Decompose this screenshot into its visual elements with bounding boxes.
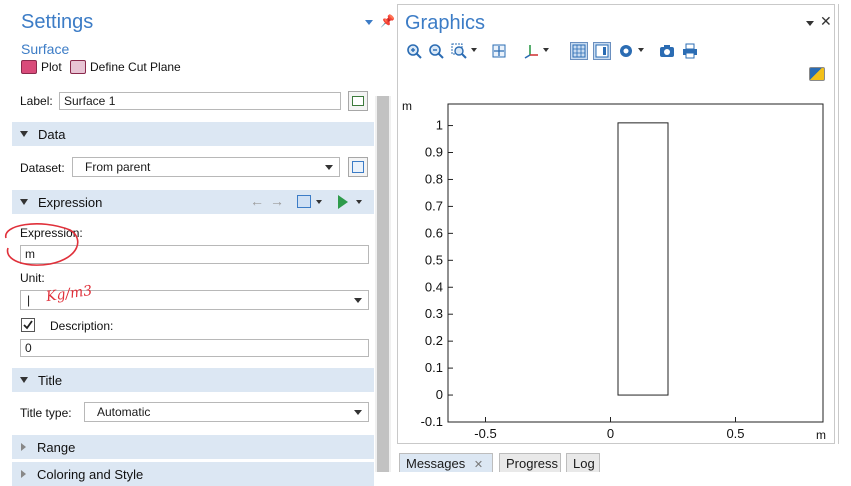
title-type-value: Automatic [97,405,151,419]
data-section-title: Data [38,126,66,142]
title-type-label: Title type: [20,406,72,420]
chevron-down-icon[interactable] [356,200,362,204]
forward-arrow-icon[interactable]: → [270,193,284,209]
tab-messages[interactable]: Messages ✕ [399,453,493,472]
hand-drawn-circle [5,223,79,266]
description-input[interactable]: 0 [20,339,369,357]
graphics-panel: Graphics ✕ 1 0.9 0.8 0.7 0.6 0.5 0.4 0.3 0.2 0.1 0… [397,4,835,444]
settings-panel: Settings 📌 Surface Plot Define Cut Plane… [0,0,395,486]
data-section-header[interactable]: Data [12,122,374,146]
cut-plane-icon [70,60,86,74]
expression-section-header[interactable]: Expression ← → [12,190,374,214]
title-type-select[interactable]: Automatic [84,402,369,422]
y-tick-label: 0 [436,387,443,402]
range-section-title: Range [37,439,76,455]
close-icon[interactable]: ✕ [474,459,483,471]
chevron-down-icon [354,298,362,303]
settings-title: Settings [21,11,94,33]
pin-icon[interactable]: 📌 [380,14,395,28]
title-section-title: Title [38,372,63,388]
checkmark-icon [23,320,33,330]
define-cut-plane-label: Define Cut Plane [90,60,181,74]
label-field-label: Label: [20,94,53,108]
collapse-icon [20,199,28,205]
back-arrow-icon[interactable]: ← [250,193,264,209]
label-input[interactable]: Surface 1 [59,92,341,110]
x-tick-label: 0.5 [726,426,744,441]
expand-icon [21,443,26,451]
comment-icon [352,96,364,106]
chevron-down-icon [354,410,362,415]
plot-icon [21,60,37,74]
y-tick-label: -0.1 [421,414,443,429]
description-label: Description: [50,319,114,333]
axes-frame [447,103,824,423]
tab-log-label: Log [573,456,595,471]
tab-log[interactable]: Log [566,453,600,472]
y-tick-label: 1 [436,118,443,133]
tab-messages-label: Messages [406,456,466,471]
collapse-icon [20,131,28,137]
define-cut-plane-button[interactable]: Define Cut Plane [70,60,181,74]
geometry-rectangle [617,122,669,396]
comment-button[interactable] [348,91,368,111]
unit-value: | [27,293,31,307]
description-checkbox[interactable] [21,318,35,332]
replace-expression-icon[interactable] [297,195,311,208]
plot-area[interactable]: 1 0.9 0.8 0.7 0.6 0.5 0.4 0.3 0.2 0.1 0 -0.1 -0.5 0 0.… [398,5,836,445]
y-tick-label: 0.5 [425,252,443,267]
coloring-section-title: Coloring and Style [37,466,144,482]
chevron-down-icon [325,165,333,170]
x-tick-label: -0.5 [474,426,496,441]
y-tick-label: 0.4 [425,279,443,294]
chevron-down-icon[interactable] [316,200,322,204]
expand-icon [21,470,26,478]
panel-menu-icon[interactable] [365,20,373,25]
range-section-header[interactable]: Range [12,435,374,459]
y-tick-label: 0.2 [425,333,443,348]
y-axis-unit: m [402,99,412,113]
insert-expression-icon[interactable] [338,195,348,209]
y-tick-label: 0.7 [425,198,443,213]
tab-progress-label: Progress [506,456,559,471]
tab-progress[interactable]: Progress [499,453,561,472]
plot-button[interactable]: Plot [21,60,62,74]
expression-section-title: Expression [38,194,103,210]
scrollbar-thumb[interactable] [377,96,389,472]
dataset-value: From parent [85,160,151,174]
dataset-label: Dataset: [20,161,65,175]
x-tick-label: 0 [607,426,614,441]
y-tick-label: 0.3 [425,306,443,321]
collapse-icon [20,377,28,383]
dataset-select[interactable]: From parent [72,157,340,177]
y-tick-label: 0.6 [425,225,443,240]
coloring-section-header[interactable]: Coloring and Style [12,462,374,486]
title-section-header[interactable]: Title [12,368,374,392]
y-tick-label: 0.8 [425,171,443,186]
y-tick-label: 0.9 [425,145,443,160]
y-tick-label: 0.1 [425,360,443,375]
go-to-source-button[interactable] [348,157,368,177]
go-to-source-icon [352,161,364,173]
x-axis-unit: m [816,428,826,442]
node-subtitle: Surface [21,41,70,57]
plot-label: Plot [41,60,62,74]
adjacent-panel-edge [838,4,851,444]
